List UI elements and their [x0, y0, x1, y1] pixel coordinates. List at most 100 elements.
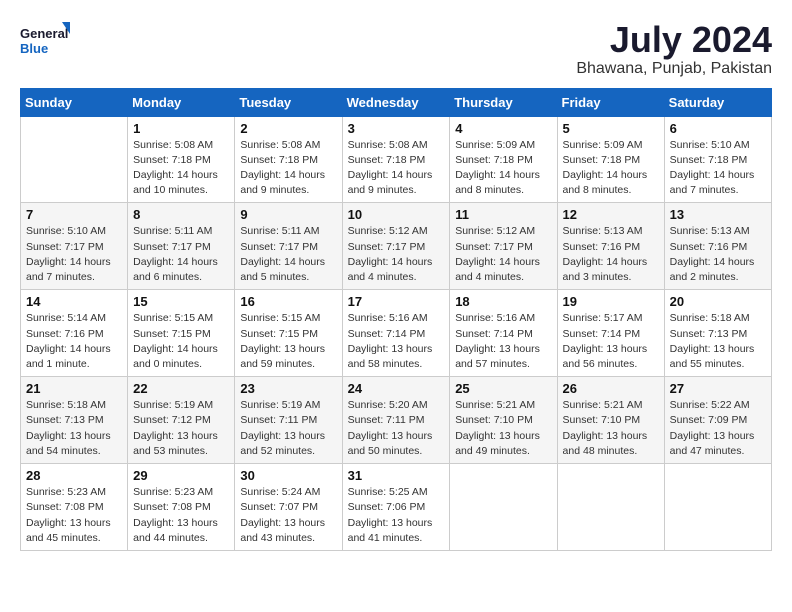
calendar-cell: 21 Sunrise: 5:18 AMSunset: 7:13 PMDayligh…	[21, 377, 128, 464]
day-info: Sunrise: 5:21 AMSunset: 7:10 PMDaylight:…	[563, 398, 659, 459]
day-number: 17	[348, 294, 445, 309]
calendar-cell: 30Sunrise: 5:24 AMSunset: 7:07 PMDayligh…	[235, 464, 342, 551]
day-info: Sunrise: 5:16 AMSunset: 7:14 PMDaylight:…	[348, 311, 445, 372]
calendar-cell: 3 Sunrise: 5:08 AMSunset: 7:18 PMDaylight…	[342, 116, 450, 203]
calendar-table: SundayMondayTuesdayWednesdayThursdayFrid…	[20, 88, 772, 551]
day-info: Sunrise: 5:09 AMSunset: 7:18 PMDaylight:…	[455, 138, 551, 199]
calendar-week-row: 14 Sunrise: 5:14 AMSunset: 7:16 PMDayligh…	[21, 290, 772, 377]
calendar-cell: 6Sunrise: 5:10 AMSunset: 7:18 PMDaylight…	[664, 116, 771, 203]
calendar-cell: 15 Sunrise: 5:15 AMSunset: 7:15 PMDayligh…	[128, 290, 235, 377]
day-info: Sunrise: 5:14 AMSunset: 7:16 PMDaylight:…	[26, 311, 122, 372]
day-info: Sunrise: 5:22 AMSunset: 7:09 PMDaylight:…	[670, 398, 766, 459]
calendar-week-row: 21 Sunrise: 5:18 AMSunset: 7:13 PMDayligh…	[21, 377, 772, 464]
calendar-cell: 26Sunrise: 5:21 AMSunset: 7:10 PMDayligh…	[557, 377, 664, 464]
day-info: Sunrise: 5:09 AMSunset: 7:18 PMDaylight:…	[563, 138, 659, 199]
day-number: 22	[133, 381, 229, 396]
day-number: 4	[455, 121, 551, 136]
day-info: Sunrise: 5:23 AMSunset: 7:08 PMDaylight:…	[26, 485, 122, 546]
day-number: 18	[455, 294, 551, 309]
day-info: Sunrise: 5:19 AMSunset: 7:12 PMDaylight:…	[133, 398, 229, 459]
page-header: General Blue July 2024 Bhawana, Punjab, …	[20, 20, 772, 78]
day-number: 24	[348, 381, 445, 396]
calendar-cell: 8Sunrise: 5:11 AMSunset: 7:17 PMDaylight…	[128, 203, 235, 290]
day-info: Sunrise: 5:21 AMSunset: 7:10 PMDaylight:…	[455, 398, 551, 459]
day-number: 5	[563, 121, 659, 136]
weekday-header-sunday: Sunday	[21, 88, 128, 116]
logo-icon: General Blue	[20, 20, 70, 64]
calendar-cell: 17 Sunrise: 5:16 AMSunset: 7:14 PMDayligh…	[342, 290, 450, 377]
day-info: Sunrise: 5:13 AMSunset: 7:16 PMDaylight:…	[670, 224, 766, 285]
day-number: 3	[348, 121, 445, 136]
day-number: 14	[26, 294, 122, 309]
day-info: Sunrise: 5:18 AMSunset: 7:13 PMDaylight:…	[26, 398, 122, 459]
day-info: Sunrise: 5:18 AMSunset: 7:13 PMDaylight:…	[670, 311, 766, 372]
calendar-cell: 27 Sunrise: 5:22 AMSunset: 7:09 PMDayligh…	[664, 377, 771, 464]
calendar-cell: 28 Sunrise: 5:23 AMSunset: 7:08 PMDayligh…	[21, 464, 128, 551]
day-number: 20	[670, 294, 766, 309]
weekday-header-thursday: Thursday	[450, 88, 557, 116]
day-info: Sunrise: 5:10 AMSunset: 7:17 PMDaylight:…	[26, 224, 122, 285]
day-number: 12	[563, 207, 659, 222]
calendar-cell	[664, 464, 771, 551]
calendar-cell: 29Sunrise: 5:23 AMSunset: 7:08 PMDayligh…	[128, 464, 235, 551]
day-number: 30	[240, 468, 336, 483]
day-info: Sunrise: 5:12 AMSunset: 7:17 PMDaylight:…	[348, 224, 445, 285]
title-block: July 2024 Bhawana, Punjab, Pakistan	[576, 20, 772, 78]
weekday-header-saturday: Saturday	[664, 88, 771, 116]
calendar-cell: 9 Sunrise: 5:11 AMSunset: 7:17 PMDaylight…	[235, 203, 342, 290]
weekday-header-wednesday: Wednesday	[342, 88, 450, 116]
day-number: 8	[133, 207, 229, 222]
day-number: 11	[455, 207, 551, 222]
calendar-cell: 13 Sunrise: 5:13 AMSunset: 7:16 PMDayligh…	[664, 203, 771, 290]
day-info: Sunrise: 5:20 AMSunset: 7:11 PMDaylight:…	[348, 398, 445, 459]
day-number: 9	[240, 207, 336, 222]
calendar-cell: 24 Sunrise: 5:20 AMSunset: 7:11 PMDayligh…	[342, 377, 450, 464]
day-info: Sunrise: 5:23 AMSunset: 7:08 PMDaylight:…	[133, 485, 229, 546]
day-number: 2	[240, 121, 336, 136]
calendar-cell: 11 Sunrise: 5:12 AMSunset: 7:17 PMDayligh…	[450, 203, 557, 290]
day-number: 27	[670, 381, 766, 396]
calendar-cell: 22 Sunrise: 5:19 AMSunset: 7:12 PMDayligh…	[128, 377, 235, 464]
day-info: Sunrise: 5:08 AMSunset: 7:18 PMDaylight:…	[133, 138, 229, 199]
calendar-week-row: 7 Sunrise: 5:10 AMSunset: 7:17 PMDaylight…	[21, 203, 772, 290]
day-info: Sunrise: 5:19 AMSunset: 7:11 PMDaylight:…	[240, 398, 336, 459]
calendar-cell: 14 Sunrise: 5:14 AMSunset: 7:16 PMDayligh…	[21, 290, 128, 377]
day-number: 31	[348, 468, 445, 483]
weekday-header-tuesday: Tuesday	[235, 88, 342, 116]
calendar-cell: 23Sunrise: 5:19 AMSunset: 7:11 PMDayligh…	[235, 377, 342, 464]
logo: General Blue	[20, 20, 70, 64]
day-number: 13	[670, 207, 766, 222]
day-info: Sunrise: 5:15 AMSunset: 7:15 PMDaylight:…	[133, 311, 229, 372]
day-info: Sunrise: 5:13 AMSunset: 7:16 PMDaylight:…	[563, 224, 659, 285]
day-info: Sunrise: 5:12 AMSunset: 7:17 PMDaylight:…	[455, 224, 551, 285]
calendar-cell	[450, 464, 557, 551]
day-info: Sunrise: 5:08 AMSunset: 7:18 PMDaylight:…	[240, 138, 336, 199]
calendar-cell: 19 Sunrise: 5:17 AMSunset: 7:14 PMDayligh…	[557, 290, 664, 377]
day-number: 10	[348, 207, 445, 222]
calendar-cell: 7 Sunrise: 5:10 AMSunset: 7:17 PMDaylight…	[21, 203, 128, 290]
calendar-cell: 12 Sunrise: 5:13 AMSunset: 7:16 PMDayligh…	[557, 203, 664, 290]
day-number: 21	[26, 381, 122, 396]
svg-text:General: General	[20, 26, 68, 41]
day-number: 19	[563, 294, 659, 309]
day-number: 28	[26, 468, 122, 483]
day-number: 1	[133, 121, 229, 136]
day-info: Sunrise: 5:11 AMSunset: 7:17 PMDaylight:…	[240, 224, 336, 285]
weekday-header-monday: Monday	[128, 88, 235, 116]
day-number: 15	[133, 294, 229, 309]
month-title: July 2024	[576, 20, 772, 60]
day-info: Sunrise: 5:17 AMSunset: 7:14 PMDaylight:…	[563, 311, 659, 372]
day-number: 25	[455, 381, 551, 396]
day-number: 7	[26, 207, 122, 222]
calendar-cell: 10 Sunrise: 5:12 AMSunset: 7:17 PMDayligh…	[342, 203, 450, 290]
calendar-week-row: 1 Sunrise: 5:08 AMSunset: 7:18 PMDaylight…	[21, 116, 772, 203]
day-info: Sunrise: 5:25 AMSunset: 7:06 PMDaylight:…	[348, 485, 445, 546]
calendar-cell: 2 Sunrise: 5:08 AMSunset: 7:18 PMDaylight…	[235, 116, 342, 203]
calendar-cell: 18Sunrise: 5:16 AMSunset: 7:14 PMDayligh…	[450, 290, 557, 377]
calendar-cell: 16Sunrise: 5:15 AMSunset: 7:15 PMDayligh…	[235, 290, 342, 377]
weekday-header-friday: Friday	[557, 88, 664, 116]
day-info: Sunrise: 5:15 AMSunset: 7:15 PMDaylight:…	[240, 311, 336, 372]
day-info: Sunrise: 5:08 AMSunset: 7:18 PMDaylight:…	[348, 138, 445, 199]
day-info: Sunrise: 5:10 AMSunset: 7:18 PMDaylight:…	[670, 138, 766, 199]
calendar-cell: 25 Sunrise: 5:21 AMSunset: 7:10 PMDayligh…	[450, 377, 557, 464]
